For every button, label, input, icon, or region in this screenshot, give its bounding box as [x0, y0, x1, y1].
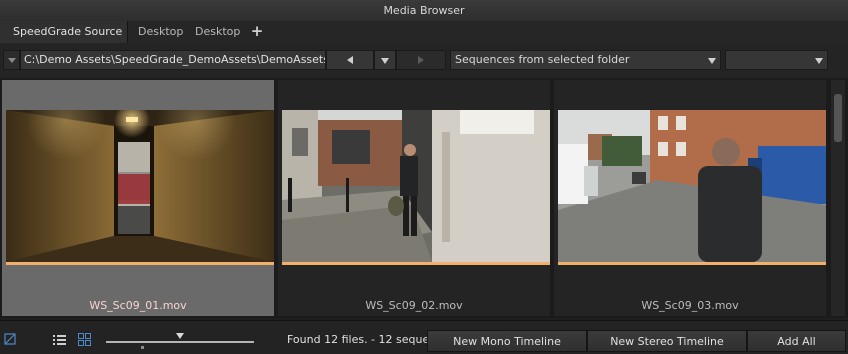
list-view-icon[interactable]	[53, 334, 66, 346]
clip-cell[interactable]: WS_Sc09_02.mov	[278, 80, 550, 316]
forward-button[interactable]	[396, 50, 446, 70]
clip-cell[interactable]: WS_Sc09_01.mov	[2, 80, 274, 316]
clip-progress-fill	[282, 262, 550, 265]
tab-desktop-2[interactable]: Desktop	[195, 21, 247, 43]
back-button[interactable]	[326, 50, 374, 70]
clip-progress-bar	[6, 262, 274, 265]
path-history-button[interactable]	[3, 50, 20, 70]
window-title: Media Browser	[0, 0, 848, 22]
filter-select-value: Sequences from selected folder	[455, 53, 630, 66]
filter-toggle-icon[interactable]	[4, 333, 16, 345]
chevron-down-icon	[815, 58, 823, 64]
clip-grid: WS_Sc09_01.mov WS_Sc09_02.mov WS_Sc09_03…	[0, 78, 848, 318]
clip-name: WS_Sc09_02.mov	[365, 299, 463, 312]
grid-view-icon[interactable]	[78, 333, 91, 346]
clip-progress-fill	[6, 262, 274, 265]
filter-select[interactable]: Sequences from selected folder	[450, 50, 721, 70]
clip-progress-bar	[558, 262, 826, 265]
clip-progress-fill	[558, 262, 826, 265]
status-text: Found 12 files. - 12 sequences	[287, 333, 427, 346]
chevron-down-icon	[381, 58, 389, 64]
tab-desktop-1[interactable]: Desktop	[138, 21, 190, 43]
secondary-select[interactable]	[725, 50, 828, 70]
scrollbar-thumb[interactable]	[834, 94, 842, 142]
path-dropdown-button[interactable]	[374, 50, 396, 70]
slider-track	[106, 341, 254, 343]
path-toolbar: C:\Demo Assets\SpeedGrade_DemoAssets\Dem…	[0, 43, 848, 78]
thumbnail-size-slider[interactable]	[106, 333, 254, 351]
new-mono-timeline-button[interactable]: New Mono Timeline	[427, 330, 587, 352]
vertical-scrollbar[interactable]	[831, 80, 845, 316]
clip-thumbnail[interactable]	[282, 110, 550, 262]
add-all-button[interactable]: Add All	[747, 330, 846, 352]
clip-cell[interactable]: WS_Sc09_03.mov	[554, 80, 826, 316]
back-arrow-icon	[347, 56, 353, 64]
clip-thumbnail[interactable]	[6, 110, 274, 262]
media-browser-window: Media Browser SpeedGrade Source Desktop …	[0, 0, 848, 354]
clip-thumbnail[interactable]	[558, 110, 826, 262]
tab-bar: SpeedGrade Source Desktop Desktop +	[0, 21, 848, 44]
path-input[interactable]: C:\Demo Assets\SpeedGrade_DemoAssets\Dem…	[20, 50, 326, 70]
chevron-down-icon	[708, 58, 716, 64]
clip-name: WS_Sc09_03.mov	[641, 299, 739, 312]
add-tab-icon[interactable]: +	[250, 21, 264, 43]
slider-tick	[141, 346, 144, 349]
clip-name: WS_Sc09_01.mov	[89, 299, 187, 312]
clip-progress-bar	[282, 262, 550, 265]
status-bar: Found 12 files. - 12 sequences New Mono …	[0, 320, 848, 354]
tab-speedgrade-source[interactable]: SpeedGrade Source	[0, 21, 128, 43]
chevron-down-icon	[8, 58, 16, 63]
new-stereo-timeline-button[interactable]: New Stereo Timeline	[587, 330, 747, 352]
forward-arrow-icon	[418, 56, 424, 64]
slider-handle[interactable]	[176, 333, 184, 339]
